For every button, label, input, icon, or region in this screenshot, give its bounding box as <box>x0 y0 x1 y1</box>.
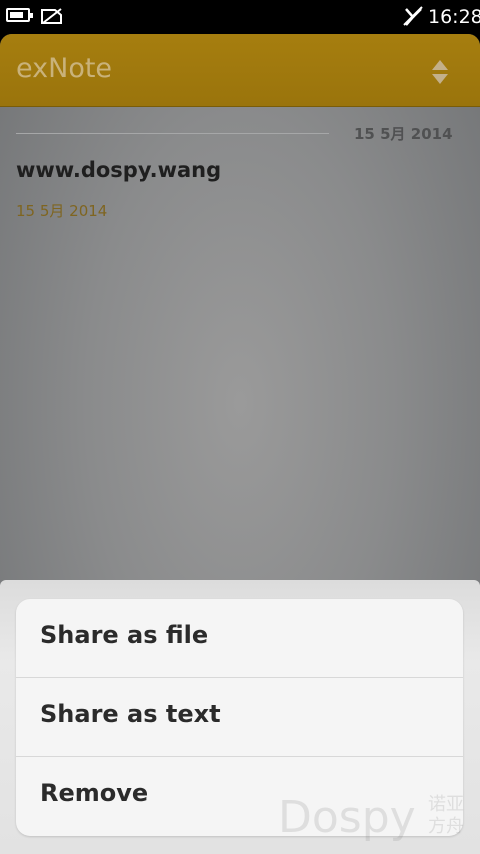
context-menu: Share as file Share as text Remove <box>16 599 463 836</box>
note-list-item[interactable]: www.dospy.wang 15 5月 2014 <box>0 146 480 226</box>
status-bar: 16:28 <box>0 0 480 34</box>
note-title: www.dospy.wang <box>16 158 222 182</box>
battery-icon <box>6 8 33 22</box>
menu-item-label: Share as file <box>40 621 209 649</box>
app-title: exNote <box>16 53 113 84</box>
app-header: exNote <box>0 34 480 107</box>
status-time: 16:28 <box>428 6 480 28</box>
section-date: 15 5月 2014 <box>354 125 453 143</box>
no-sim-icon <box>41 8 62 24</box>
sort-icon[interactable] <box>430 58 450 86</box>
share-as-file-menu-item[interactable]: Share as file <box>16 599 463 678</box>
signal-off-icon <box>403 6 423 26</box>
context-menu-sheet: Share as file Share as text Remove Dospy… <box>0 580 480 854</box>
remove-menu-item[interactable]: Remove <box>16 757 463 836</box>
share-as-text-menu-item[interactable]: Share as text <box>16 678 463 757</box>
screen: 16:28 exNote 15 5月 2014 www.dospy.wang 1… <box>0 0 480 854</box>
note-date: 15 5月 2014 <box>16 202 108 220</box>
section-divider <box>16 133 329 134</box>
menu-item-label: Share as text <box>40 700 221 728</box>
menu-item-label: Remove <box>40 779 149 807</box>
